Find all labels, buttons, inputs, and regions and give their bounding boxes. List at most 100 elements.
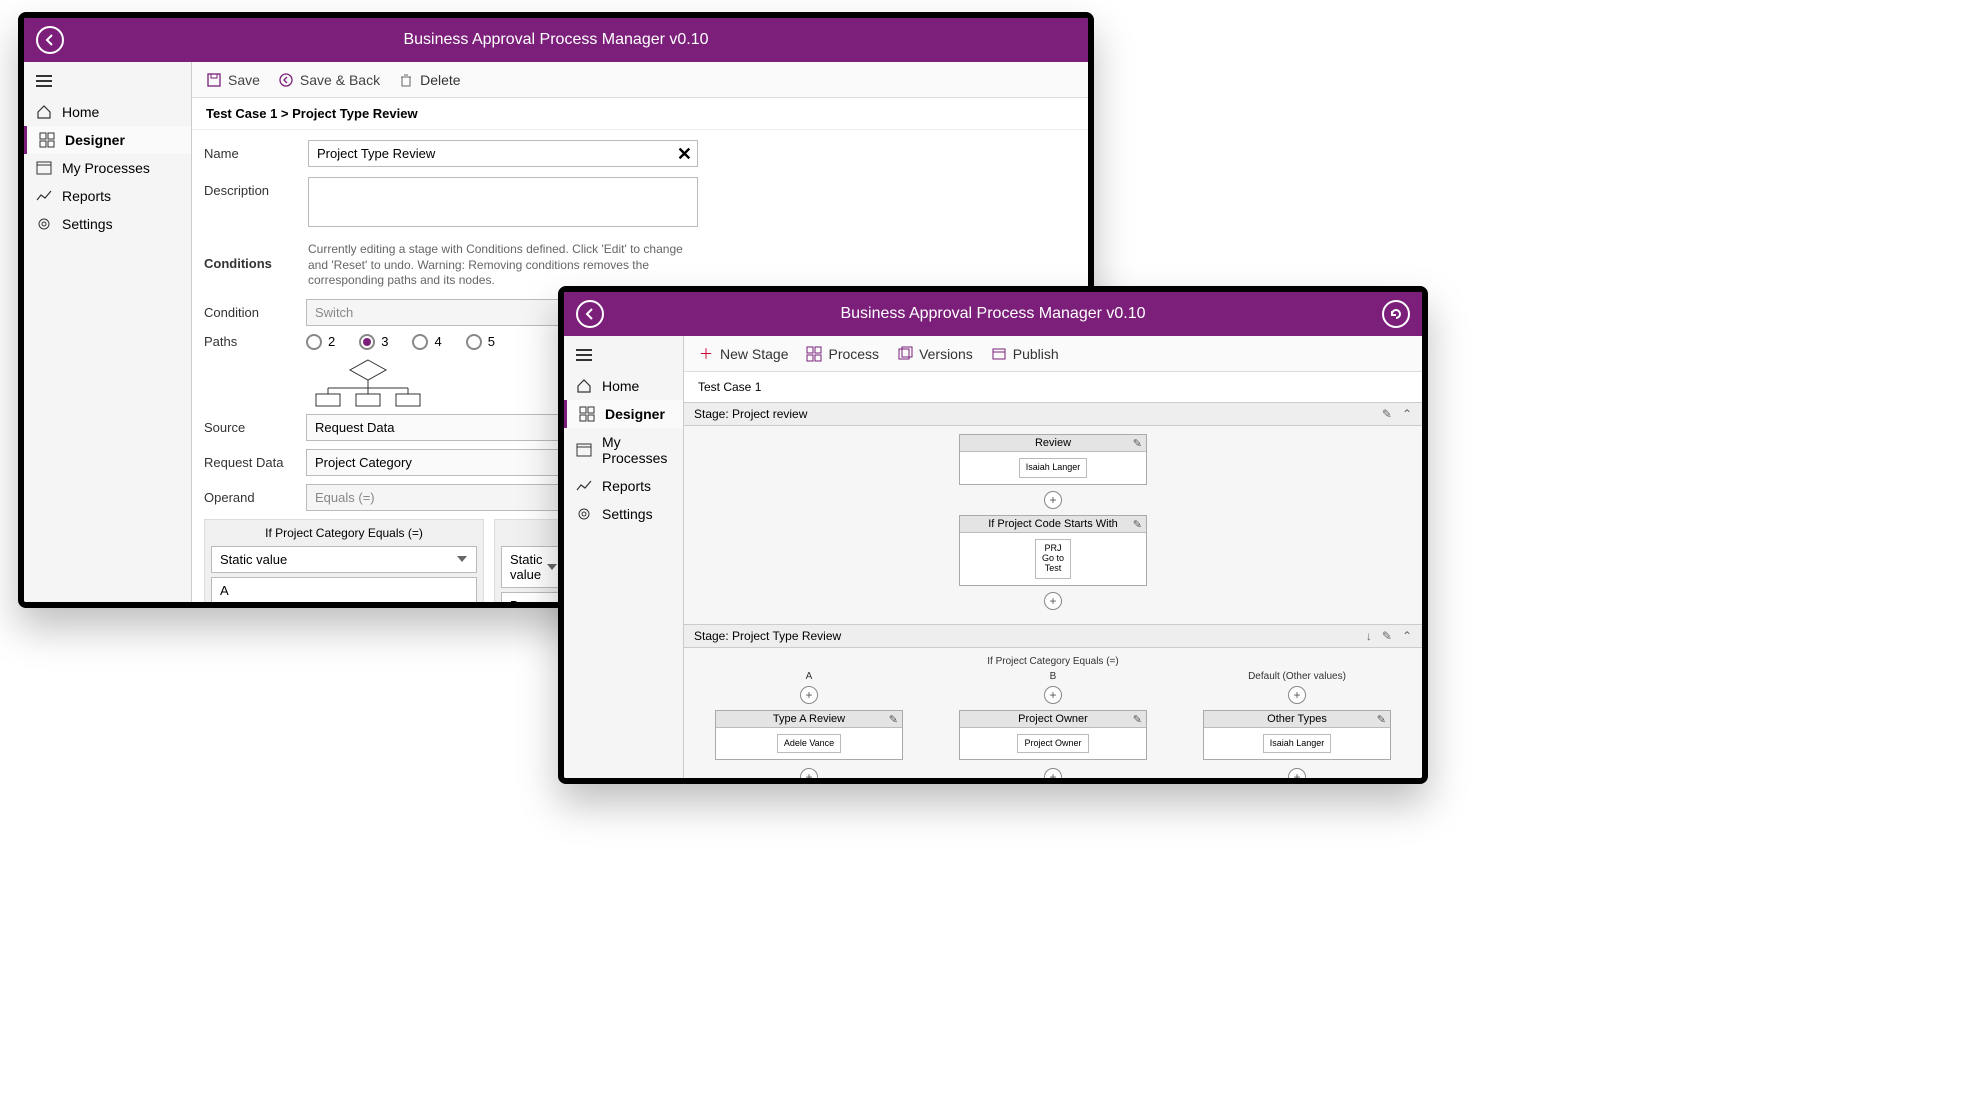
grid-icon [39,132,55,148]
card-chip: Project Owner [1017,734,1088,754]
sidebar-item-reports[interactable]: Reports [564,472,683,500]
stage-card[interactable]: Other Types✎ Isaiah Langer [1203,710,1391,761]
paths-label: Paths [204,334,294,349]
gear-icon [36,216,52,232]
paths-radio-group: 2 3 4 5 [306,334,495,350]
save-button[interactable]: Save [206,72,260,88]
nav-label: Settings [602,506,653,522]
card-chip: Adele Vance [777,734,841,754]
reload-button[interactable] [1382,300,1410,328]
edit-icon[interactable]: ✎ [1133,437,1142,450]
save-back-button[interactable]: Save & Back [278,72,380,88]
path-a-type-select[interactable]: Static value [211,546,477,573]
sidebar: Home Designer My Processes Reports Setti… [24,62,192,602]
nav-label: Designer [65,132,125,148]
paths-radio-4[interactable]: 4 [412,334,441,350]
new-stage-button[interactable]: ＋ New Stage [698,346,788,362]
back-button[interactable] [576,300,604,328]
paths-radio-3[interactable]: 3 [359,334,388,350]
edit-icon[interactable]: ✎ [889,713,898,726]
grid-icon [579,406,595,422]
add-node-button[interactable]: + [800,686,818,704]
nav-label: Reports [602,478,651,494]
window-icon [576,442,592,458]
designer-canvas: Stage: Project review ✎ ⌃ Review✎ Isaiah… [684,402,1422,778]
add-node-button[interactable]: + [1044,491,1062,509]
name-label: Name [204,140,294,161]
paths-radio-5[interactable]: 5 [466,334,495,350]
sidebar: Home Designer My Processes Reports Setti… [564,336,684,778]
add-node-button[interactable]: + [1044,768,1062,778]
stage-header: Stage: Project Type Review ↓ ✎ ⌃ [684,624,1422,648]
chart-icon [36,188,52,204]
nav-label: My Processes [602,434,671,466]
condition-label: Condition [204,305,294,320]
branch-label: Default (Other values) [1248,671,1346,682]
hamburger-icon[interactable] [24,68,191,98]
breadcrumb: Test Case 1 > Project Type Review [192,98,1088,130]
sidebar-item-designer[interactable]: Designer [564,400,683,428]
sidebar-item-my-processes[interactable]: My Processes [24,154,191,182]
back-button[interactable] [36,26,64,54]
stage-card[interactable]: Project Owner✎ Project Owner [959,710,1147,761]
toolbar: Save Save & Back Delete [192,62,1088,98]
delete-button[interactable]: Delete [398,72,460,88]
conditions-heading: Conditions [204,250,294,271]
edit-icon[interactable]: ✎ [1133,713,1142,726]
hamburger-icon[interactable] [564,342,683,372]
nav-label: My Processes [62,160,150,176]
stage-card[interactable]: Type A Review ✎ Adele Vance [715,710,903,761]
clear-icon[interactable]: ✕ [677,144,692,165]
sidebar-item-settings[interactable]: Settings [564,500,683,528]
move-down-icon[interactable]: ↓ [1366,629,1372,643]
collapse-icon[interactable]: ⌃ [1402,629,1412,643]
nav-label: Settings [62,216,113,232]
app-title: Business Approval Process Manager v0.10 [403,31,708,49]
edit-icon[interactable]: ✎ [1382,629,1392,643]
description-input[interactable] [308,177,698,227]
card-title: Other Types [1267,713,1327,725]
plus-icon: ＋ [698,346,714,362]
stage-header: Stage: Project review ✎ ⌃ [684,402,1422,426]
stage-card[interactable]: If Project Code Starts With✎ PRJ Go to T… [959,515,1147,586]
stage-card[interactable]: Review✎ Isaiah Langer [959,434,1147,485]
sidebar-item-home[interactable]: Home [24,98,191,126]
paths-radio-2[interactable]: 2 [306,334,335,350]
path-a-value-input[interactable] [211,577,477,602]
add-node-button[interactable]: + [1044,686,1062,704]
breadcrumb: Test Case 1 [684,372,1422,402]
add-node-button[interactable]: + [800,768,818,778]
sidebar-item-settings[interactable]: Settings [24,210,191,238]
add-node-button[interactable]: + [1288,768,1306,778]
trash-icon [398,72,414,88]
tb-label: Publish [1013,346,1059,362]
add-node-button[interactable]: + [1288,686,1306,704]
edit-icon[interactable]: ✎ [1377,713,1386,726]
sidebar-item-home[interactable]: Home [564,372,683,400]
card-title: Type A Review [773,713,845,725]
process-button[interactable]: Process [806,346,879,362]
sidebar-item-reports[interactable]: Reports [24,182,191,210]
tb-label: Delete [420,72,460,88]
card-chip: PRJ Go to Test [1035,539,1071,579]
titlebar: Business Approval Process Manager v0.10 [24,18,1088,62]
collapse-icon[interactable]: ⌃ [1402,407,1412,421]
toolbar: ＋ New Stage Process Versions Publish [684,336,1422,372]
tb-label: New Stage [720,346,788,362]
edit-icon[interactable]: ✎ [1133,518,1142,531]
grid-icon [806,346,822,362]
sidebar-item-my-processes[interactable]: My Processes [564,428,683,472]
name-input[interactable] [308,140,698,167]
add-node-button[interactable]: + [1044,592,1062,610]
source-label: Source [204,420,294,435]
app-title: Business Approval Process Manager v0.10 [840,305,1145,323]
tb-label: Save & Back [300,72,380,88]
edit-icon[interactable]: ✎ [1382,407,1392,421]
description-label: Description [204,177,294,198]
versions-button[interactable]: Versions [897,346,973,362]
publish-button[interactable]: Publish [991,346,1059,362]
chart-icon [576,478,592,494]
path-header: If Project Category Equals (=) [211,526,477,540]
save-icon [206,72,222,88]
sidebar-item-designer[interactable]: Designer [24,126,191,154]
